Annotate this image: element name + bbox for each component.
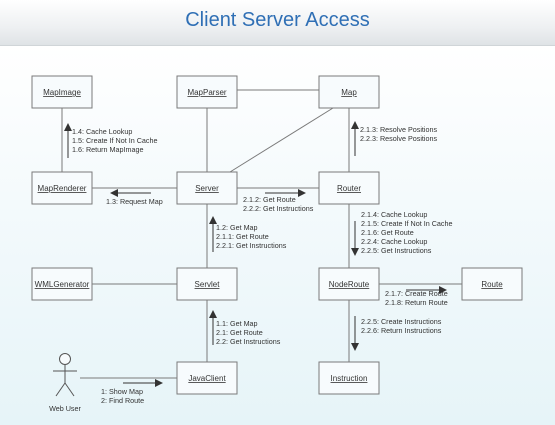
message-label: 2.2.4: Cache Lookup (361, 237, 427, 246)
object-router[interactable]: Router (318, 171, 380, 205)
object-javaclient[interactable]: JavaClient (176, 361, 238, 395)
diagram-canvas: MapImage MapParser Map MapRenderer Serve… (31, 75, 523, 414)
object-route[interactable]: Route (461, 267, 523, 301)
object-map[interactable]: Map (318, 75, 380, 109)
message-label: 2.2.5: Get Instructions (361, 246, 432, 255)
object-label: Instruction (331, 374, 368, 383)
message-label: 2.1.1: Get Route (216, 232, 269, 241)
message-label: 2.1.7: Create Route (385, 289, 448, 298)
object-servlet[interactable]: Servlet (176, 267, 238, 301)
object-label: Servlet (195, 280, 221, 289)
actor-web-user[interactable]: Web User (49, 353, 82, 414)
object-label: Router (337, 184, 361, 193)
actor-head (59, 353, 71, 365)
message-label: 2.1: Get Route (216, 328, 263, 337)
object-wmlgenerator[interactable]: WMLGenerator (31, 267, 93, 301)
object-label: MapImage (43, 88, 81, 97)
object-label: Server (195, 184, 219, 193)
object-label: MapParser (187, 88, 226, 97)
object-server[interactable]: Server (176, 171, 238, 205)
message-labels: 1.4: Cache Lookup 1.5: Create If Not In … (72, 125, 453, 405)
message-label: 2.1.6: Get Route (361, 228, 414, 237)
message-label: 2.2.3: Resolve Positions (360, 134, 438, 143)
message-label: 1: Show Map (101, 387, 143, 396)
object-mapimage[interactable]: MapImage (31, 75, 93, 109)
actor-right-leg (64, 382, 75, 397)
message-label: 2: Find Route (101, 396, 144, 405)
message-label: 2.2: Get Instructions (216, 337, 281, 346)
object-noderoute[interactable]: NodeRoute (318, 267, 380, 301)
object-label: WMLGenerator (35, 280, 90, 289)
actor-left-leg (55, 382, 66, 397)
message-label: 1.1: Get Map (216, 319, 258, 328)
message-label: 2.2.2: Get Instructions (243, 204, 314, 213)
message-label: 1.4: Cache Lookup (72, 127, 132, 136)
object-mapparser[interactable]: MapParser (176, 75, 238, 109)
object-label: JavaClient (188, 374, 226, 383)
actor-label: Web User (49, 404, 81, 413)
message-label: 1.6: Return MapImage (72, 145, 144, 154)
link-server-map (229, 107, 334, 173)
message-label: 2.2.6: Return Instructions (361, 326, 442, 335)
message-label: 2.2.5: Create Instructions (361, 317, 442, 326)
object-label: NodeRoute (329, 280, 370, 289)
message-label: 2.2.1: Get Instructions (216, 241, 287, 250)
message-label: 2.1.5: Create If Not In Cache (361, 219, 453, 228)
message-label: 2.1.4: Cache Lookup (361, 210, 427, 219)
object-instruction[interactable]: Instruction (318, 361, 380, 395)
object-label: MapRenderer (38, 184, 87, 193)
object-label: Route (481, 280, 503, 289)
message-label: 2.1.3: Resolve Positions (360, 125, 438, 134)
message-label: 2.1.2: Get Route (243, 195, 296, 204)
message-label: 1.2: Get Map (216, 223, 258, 232)
object-maprenderer[interactable]: MapRenderer (31, 171, 93, 205)
message-label: 1.5: Create If Not In Cache (72, 136, 158, 145)
message-label: 1.3: Request Map (106, 197, 163, 206)
message-label: 2.1.8: Return Route (385, 298, 448, 307)
object-label: Map (341, 88, 357, 97)
